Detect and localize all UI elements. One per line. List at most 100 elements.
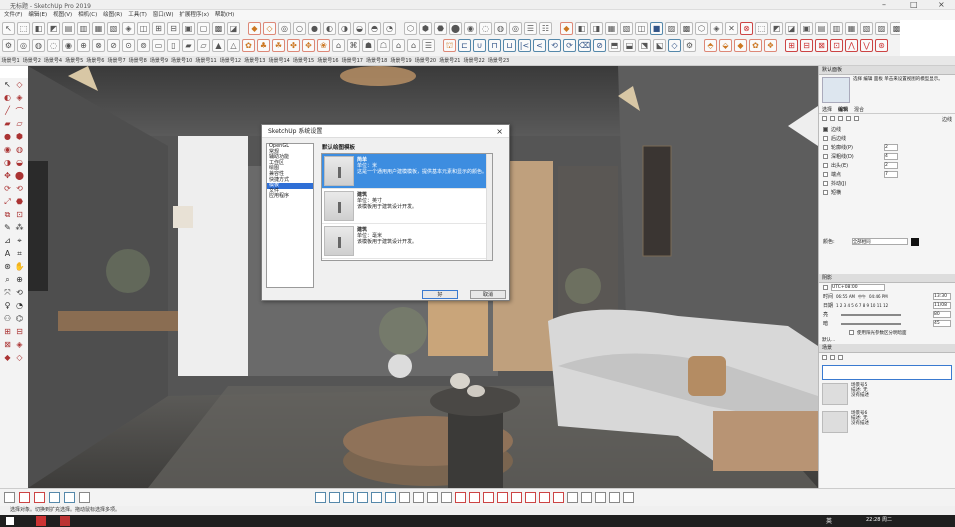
tool-icon[interactable] <box>553 492 564 503</box>
tool-icon[interactable]: ◈ <box>14 340 25 352</box>
remove-scene-icon[interactable] <box>838 355 843 360</box>
scene-tab[interactable]: 场景号20 <box>413 56 437 65</box>
tool-icon[interactable] <box>329 492 340 503</box>
text-icon[interactable]: A <box>2 249 13 261</box>
edges-row[interactable]: 边线 <box>819 125 955 134</box>
tape-icon[interactable]: ✎ <box>2 223 13 235</box>
tool-icon[interactable] <box>497 492 508 503</box>
offset-icon[interactable]: ⧉ <box>2 210 13 222</box>
jitter-checkbox[interactable] <box>823 181 828 186</box>
tool-icon[interactable]: ▧ <box>620 22 633 35</box>
shadows-header[interactable]: 阴影 <box>819 274 955 283</box>
geo-icon[interactable] <box>4 492 15 503</box>
tool-icon[interactable]: ◍ <box>32 39 45 52</box>
tool-icon[interactable] <box>469 492 480 503</box>
tool-icon[interactable]: △ <box>227 39 240 52</box>
tool-icon[interactable] <box>539 492 550 503</box>
depth-cue-checkbox[interactable] <box>823 154 828 159</box>
scene-tab[interactable]: 场景号18 <box>365 56 389 65</box>
tool-icon[interactable]: ⊟ <box>167 22 180 35</box>
tool-icon[interactable]: ⊟ <box>14 327 25 339</box>
tool-icon[interactable]: ⌫ <box>578 39 591 52</box>
arc-icon[interactable]: ⌒ <box>14 106 25 118</box>
tool-icon[interactable] <box>609 492 620 503</box>
tool-icon[interactable]: ⛫ <box>443 39 456 52</box>
tool-icon[interactable]: ◇ <box>14 353 25 365</box>
endpoints-input[interactable]: 7 <box>884 171 898 178</box>
settings-icon[interactable] <box>79 492 90 503</box>
select-tool-icon[interactable]: ↖ <box>2 80 13 92</box>
tool-icon[interactable]: ✿ <box>749 39 762 52</box>
extension-checkbox[interactable] <box>823 163 828 168</box>
tool-icon[interactable]: ◪ <box>227 22 240 35</box>
tool-icon[interactable]: ⌬ <box>14 314 25 326</box>
tool-icon[interactable]: ◑ <box>2 158 13 170</box>
light-input[interactable]: 80 <box>933 311 951 318</box>
halo-checkbox[interactable] <box>823 190 828 195</box>
tool-icon[interactable]: ◑ <box>338 22 351 35</box>
maximize-button[interactable]: □ <box>910 0 918 9</box>
tool-icon[interactable] <box>455 492 466 503</box>
menu-camera[interactable]: 相机(C) <box>78 10 97 20</box>
light-slider[interactable] <box>841 313 902 316</box>
tool-icon[interactable]: ▩ <box>212 22 225 35</box>
tool-icon[interactable]: ▧ <box>860 22 873 35</box>
tool-icon[interactable]: ∪ <box>473 39 486 52</box>
halo-row[interactable]: 短横 <box>819 188 955 197</box>
tool-icon[interactable]: ● <box>308 22 321 35</box>
move-icon[interactable]: ✥ <box>2 171 13 183</box>
tool-icon[interactable]: ⊗ <box>92 39 105 52</box>
tool-icon[interactable]: ◪ <box>785 22 798 35</box>
zoom-extents-icon[interactable]: ⤧ <box>2 288 13 300</box>
tool-icon[interactable]: ◧ <box>32 22 45 35</box>
profiles-checkbox[interactable] <box>823 145 828 150</box>
tool-icon[interactable]: ⊙ <box>122 39 135 52</box>
circle-icon[interactable]: ● <box>2 132 13 144</box>
tool-icon[interactable]: ○ <box>293 22 306 35</box>
app-taskbar-icon[interactable] <box>60 516 70 526</box>
tool-icon[interactable]: ⌂ <box>332 39 345 52</box>
tool-icon[interactable]: ◫ <box>635 22 648 35</box>
tool-icon[interactable]: ◆ <box>734 39 747 52</box>
tab-edit[interactable]: 编辑 <box>838 106 848 113</box>
tool-icon[interactable]: ⊞ <box>785 39 798 52</box>
tool-icon[interactable]: ⚙ <box>683 39 696 52</box>
tool-icon[interactable]: ▩ <box>680 22 693 35</box>
menu-view[interactable]: 视图(V) <box>53 10 72 20</box>
tool-icon[interactable]: ◩ <box>770 22 783 35</box>
tool-icon[interactable]: ▱ <box>197 39 210 52</box>
scene-tab[interactable]: 场景号23 <box>486 56 510 65</box>
tool-icon[interactable]: ◧ <box>575 22 588 35</box>
refresh-scene-icon[interactable] <box>822 355 827 360</box>
tool-icon[interactable] <box>357 492 368 503</box>
tool-icon[interactable] <box>441 492 452 503</box>
tool-icon[interactable]: ◒ <box>14 158 25 170</box>
line-icon[interactable]: ╱ <box>2 106 13 118</box>
tool-icon[interactable]: ☗ <box>362 39 375 52</box>
polygon-icon[interactable]: ⬢ <box>14 132 25 144</box>
tool-icon[interactable]: ❖ <box>764 39 777 52</box>
tool-icon[interactable]: ▱ <box>14 119 25 131</box>
scene-tab[interactable]: 场景号5 <box>64 56 85 65</box>
background-settings-icon[interactable] <box>838 116 843 121</box>
group-icon[interactable] <box>64 492 75 503</box>
tool-icon[interactable]: ⌂ <box>392 39 405 52</box>
menu-help[interactable]: 帮助(H) <box>215 10 234 20</box>
orbit-icon[interactable]: ⊛ <box>2 262 13 274</box>
tool-icon[interactable]: ⊛ <box>875 39 888 52</box>
scene-tab[interactable]: 场景号15 <box>291 56 315 65</box>
delete-icon[interactable] <box>19 492 30 503</box>
tool-icon[interactable]: ⟲ <box>548 39 561 52</box>
eraser-icon[interactable]: ◇ <box>14 80 25 92</box>
zoom-window-icon[interactable]: ⊕ <box>14 275 25 287</box>
tool-icon[interactable]: ▦ <box>605 22 618 35</box>
template-item[interactable]: 建筑 单位：毫米 该模板用于建筑设计开发。 <box>322 224 492 259</box>
tool-icon[interactable]: ✤ <box>287 39 300 52</box>
tool-icon[interactable]: ◉ <box>62 39 75 52</box>
scene-tab[interactable]: 场景号13 <box>243 56 267 65</box>
depth-cue-row[interactable]: 深粗线(D) 4 <box>819 152 955 161</box>
tool-icon[interactable]: ◩ <box>47 22 60 35</box>
tool-icon[interactable]: ◒ <box>353 22 366 35</box>
add-scene-icon[interactable] <box>830 355 835 360</box>
tool-icon[interactable]: ▤ <box>62 22 75 35</box>
